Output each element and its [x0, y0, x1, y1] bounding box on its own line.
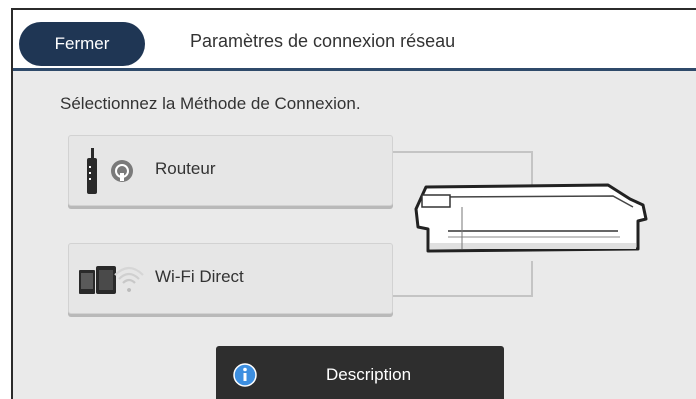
wifi-direct-button[interactable]: Wi-Fi Direct — [68, 243, 393, 314]
page-title: Paramètres de connexion réseau — [190, 31, 456, 51]
router-button[interactable]: Routeur — [68, 135, 393, 206]
wifi-direct-icon — [77, 258, 151, 307]
description-label: Description — [326, 365, 412, 384]
wifi-direct-label: Wi-Fi Direct — [155, 267, 244, 286]
router-label: Routeur — [155, 159, 216, 178]
network-settings-screen: Fermer Paramètres de connexion réseau Sé… — [11, 8, 696, 399]
printer-icon — [408, 179, 658, 270]
router-icon — [81, 146, 141, 203]
header-bar: Fermer Paramètres de connexion réseau — [13, 10, 696, 71]
connection-method-prompt: Sélectionnez la Méthode de Connexion. — [60, 94, 361, 113]
description-button[interactable]: Description — [216, 346, 504, 399]
close-button[interactable]: Fermer — [19, 22, 145, 66]
info-icon — [233, 363, 257, 387]
content-area: Sélectionnez la Méthode de Connexion. Ro… — [13, 71, 696, 399]
